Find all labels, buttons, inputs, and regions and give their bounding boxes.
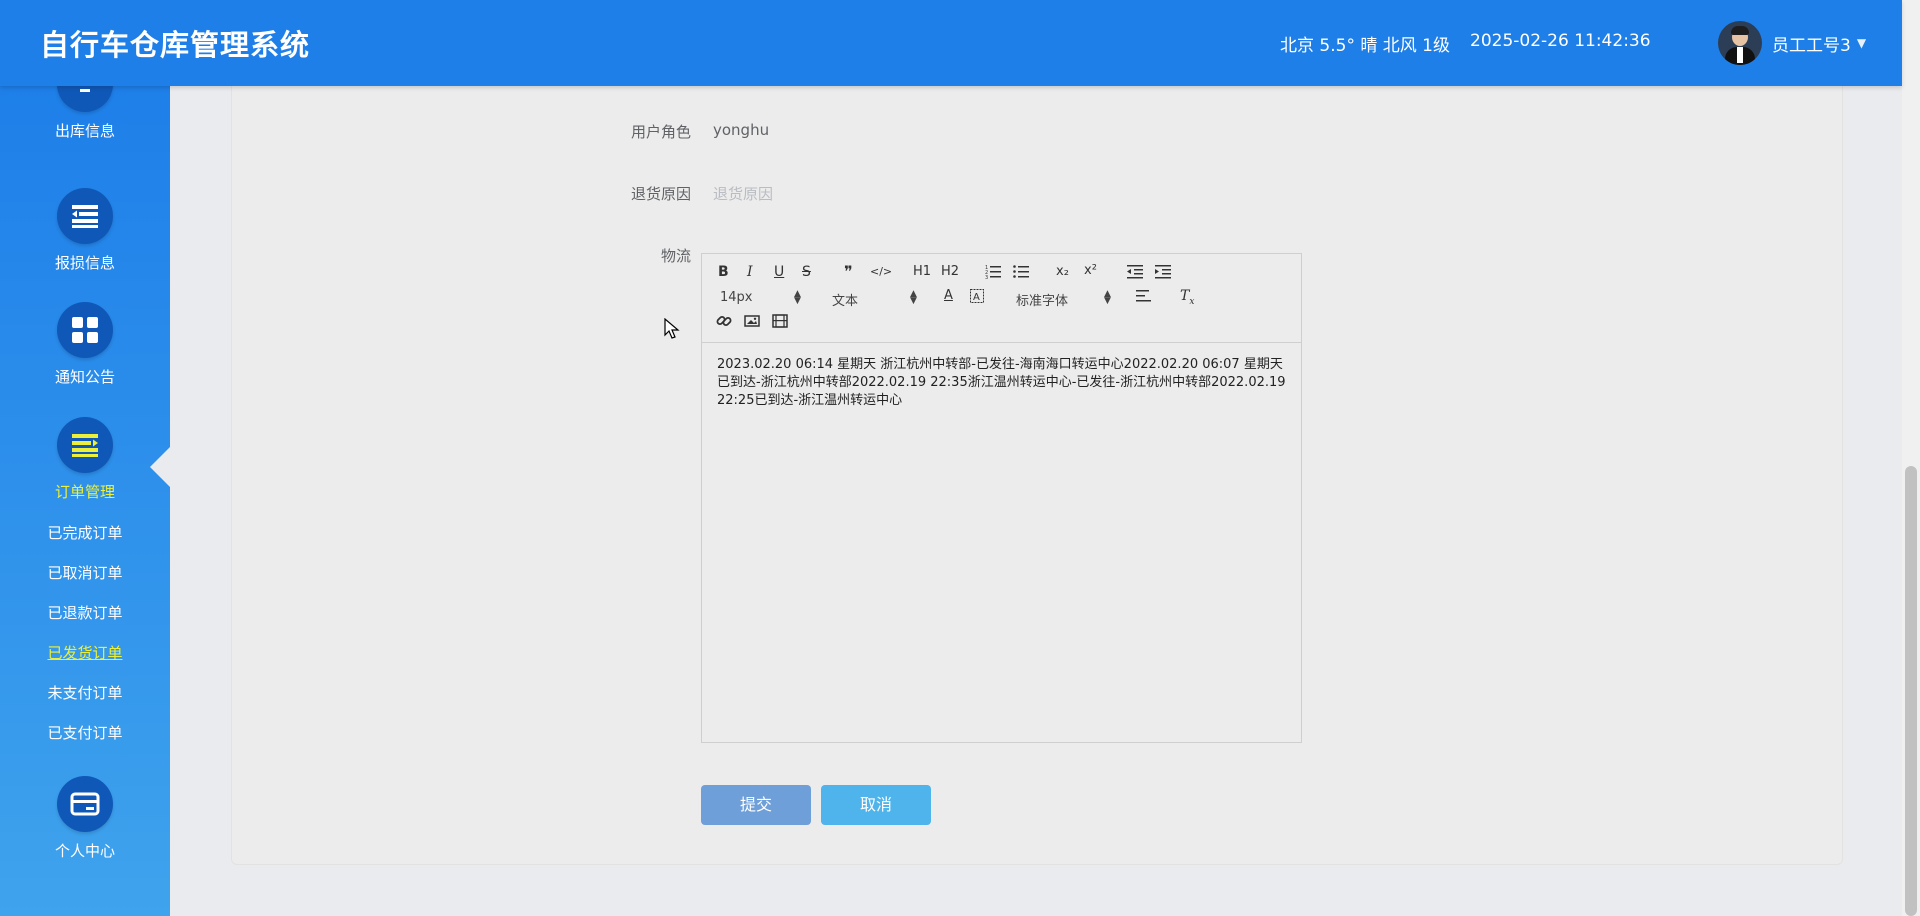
header-select[interactable]: 文本 ▲ ▼ (832, 289, 918, 310)
sidebar: 出库信息 报损信息 通知公告 订单管理 已完成订单 已取消订单 已退款订单 已发… (0, 56, 172, 916)
italic-icon[interactable]: I (747, 264, 753, 280)
submit-button[interactable]: 提交 (701, 785, 811, 825)
cancel-button[interactable]: 取消 (821, 785, 931, 825)
header-value: 文本 (832, 294, 859, 309)
image-icon[interactable] (744, 313, 760, 333)
svg-text:A: A (973, 292, 980, 303)
code-icon[interactable]: </> (870, 265, 892, 278)
font-family-value: 标准字体 (1016, 294, 1069, 309)
align-left-icon[interactable] (1136, 289, 1152, 307)
mouse-cursor-icon (664, 318, 680, 339)
user-name[interactable]: 员工工号3 (1772, 31, 1851, 56)
clear-format-icon[interactable]: Tx (1180, 288, 1194, 307)
sidebar-item-label[interactable]: 通知公告 (0, 366, 170, 387)
logistics-label: 物流 (660, 247, 691, 265)
background-color-icon[interactable]: A (970, 289, 984, 307)
reason-label: 退货原因 (630, 185, 691, 203)
superscript-icon[interactable]: x² (1084, 263, 1097, 278)
subscript-icon[interactable]: x₂ (1056, 264, 1069, 279)
sidebar-subitem-paid[interactable]: 已支付订单 (0, 722, 170, 743)
outdent-icon[interactable] (1127, 263, 1143, 283)
indent-icon[interactable] (1155, 263, 1171, 283)
sidebar-item-label[interactable]: 订单管理 (0, 481, 170, 502)
top-header: 自行车仓库管理系统 北京 5.5° 晴 北风 1级 2025-02-26 11:… (0, 0, 1902, 86)
select-arrows-icon: ▲ ▼ (1104, 289, 1111, 306)
sidebar-item-profile[interactable]: 个人中心 (0, 776, 170, 861)
sidebar-item-label[interactable]: 个人中心 (0, 840, 170, 861)
sidebar-item-orders[interactable]: 订单管理 (0, 417, 170, 502)
app-title: 自行车仓库管理系统 (40, 28, 311, 62)
bullet-list-icon[interactable] (1013, 263, 1029, 283)
weather-info: 北京 5.5° 晴 北风 1级 (1280, 36, 1450, 56)
avatar[interactable] (1718, 21, 1762, 65)
sidebar-subitem-completed[interactable]: 已完成订单 (0, 522, 170, 543)
underline-icon[interactable]: U (774, 264, 784, 280)
quote-icon[interactable]: ❞ (844, 262, 853, 281)
active-pointer (150, 445, 172, 489)
sidebar-item-label[interactable]: 出库信息 (0, 120, 170, 141)
datetime-display: 2025-02-26 11:42:36 (1470, 31, 1651, 51)
sidebar-item-label[interactable]: 报损信息 (0, 252, 170, 273)
bold-icon[interactable]: B (718, 264, 729, 280)
sidebar-subitem-shipped[interactable]: 已发货订单 (0, 642, 170, 663)
sidebar-subitem-refunded[interactable]: 已退款订单 (0, 602, 170, 623)
font-size-value: 14px (720, 290, 753, 305)
editor-content[interactable]: 2023.02.20 06:14 星期天 浙江杭州中转部-已发往-海南海口转运中… (717, 356, 1287, 410)
sidebar-subitem-cancelled[interactable]: 已取消订单 (0, 562, 170, 583)
font-family-select[interactable]: 标准字体 ▲ ▼ (1016, 289, 1112, 310)
reason-input[interactable]: 退货原因 (713, 183, 773, 204)
sidebar-item-damage[interactable]: 报损信息 (0, 188, 170, 273)
grid-icon (57, 302, 113, 358)
user-menu[interactable]: 员工工号3 ▼ (1718, 20, 1866, 66)
role-value: yonghu (713, 121, 770, 139)
logistics-editor[interactable]: B I U S ❞ </> H1 H2 123 x₂ x² 14px ▲ ▼ 文本… (701, 253, 1302, 743)
video-icon[interactable] (772, 313, 788, 333)
chevron-down-icon[interactable]: ▼ (1857, 36, 1866, 50)
role-label: 用户角色 (630, 123, 691, 141)
list-indent-icon (57, 417, 113, 473)
scrollbar-thumb[interactable] (1905, 466, 1917, 916)
heading-1-icon[interactable]: H1 (913, 264, 931, 279)
sidebar-item-notice[interactable]: 通知公告 (0, 302, 170, 387)
link-icon[interactable] (716, 313, 732, 333)
heading-2-icon[interactable]: H2 (941, 264, 959, 279)
strike-icon[interactable]: S (802, 264, 811, 280)
font-size-select[interactable]: 14px ▲ ▼ (720, 289, 804, 306)
editor-toolbar: B I U S ❞ </> H1 H2 123 x₂ x² 14px ▲ ▼ 文本… (702, 254, 1301, 343)
list-outdent-icon (57, 188, 113, 244)
card-icon (57, 776, 113, 832)
sidebar-subitem-unpaid[interactable]: 未支付订单 (0, 682, 170, 703)
select-arrows-icon: ▲ ▼ (794, 289, 801, 306)
select-arrows-icon: ▲ ▼ (910, 289, 917, 306)
font-color-icon[interactable]: A (944, 288, 953, 303)
ordered-list-icon[interactable]: 123 (985, 263, 1001, 283)
svg-text:3: 3 (985, 275, 988, 279)
